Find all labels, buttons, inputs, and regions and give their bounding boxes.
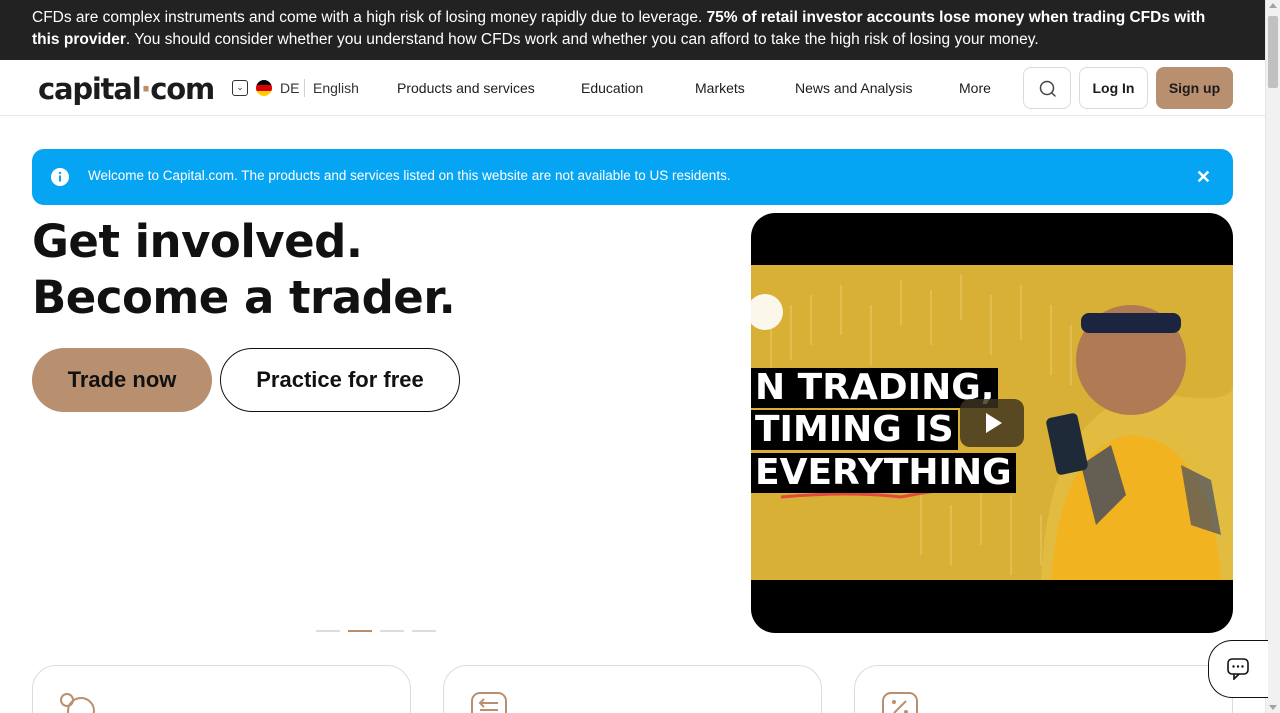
language-selector[interactable]: English (313, 80, 359, 96)
practice-for-free-button[interactable]: Practice for free (220, 348, 460, 412)
nav-products-and-services[interactable]: Products and services (397, 80, 535, 96)
chat-button[interactable] (1208, 640, 1268, 698)
hero-title-line-2: Become a trader. (32, 271, 456, 324)
scrollbar-thumb[interactable] (1268, 16, 1278, 88)
play-icon[interactable] (960, 399, 1024, 447)
video-caption-line-2: TIMING IS (751, 410, 958, 450)
promo-video[interactable]: N TRADING, TIMING IS EVERYTHING (751, 213, 1233, 633)
search-button[interactable] (1023, 67, 1071, 109)
nav-news-and-analysis[interactable]: News and Analysis (795, 80, 913, 96)
carousel-dot[interactable] (412, 630, 436, 632)
sign-up-button[interactable]: Sign up (1156, 67, 1233, 109)
feature-card-3[interactable] (854, 665, 1233, 713)
country-code[interactable]: DE (280, 80, 299, 96)
carousel-dot[interactable] (316, 630, 340, 632)
chat-icon (1227, 658, 1249, 680)
search-icon (1039, 80, 1056, 97)
close-icon[interactable]: ✕ (1196, 167, 1211, 187)
risk-warning-banner: CFDs are complex instruments and come wi… (0, 0, 1265, 60)
capital-logo[interactable]: capital·com (38, 72, 215, 106)
risk-text-1: CFDs are complex instruments and come wi… (32, 9, 707, 26)
video-caption-line-3: EVERYTHING (751, 453, 1016, 493)
nav-more[interactable]: More (959, 80, 991, 96)
us-residents-notice: Welcome to Capital.com. The products and… (32, 149, 1233, 205)
scroll-down-arrow-icon[interactable] (1269, 705, 1277, 710)
notice-text: Welcome to Capital.com. The products and… (88, 168, 731, 183)
carousel-dot[interactable] (380, 630, 404, 632)
hero-title-line-1: Get involved. (32, 215, 363, 268)
page-scrollbar[interactable] (1265, 0, 1280, 713)
coins-icon (60, 693, 95, 713)
info-icon (51, 168, 69, 186)
germany-flag-icon[interactable] (256, 80, 272, 96)
log-in-button[interactable]: Log In (1079, 67, 1148, 109)
percent-icon (882, 692, 918, 713)
carousel-dot[interactable] (348, 630, 372, 632)
nav-markets[interactable]: Markets (695, 80, 745, 96)
language-divider (304, 79, 305, 97)
risk-text-2: . You should consider whether you unders… (125, 31, 1039, 48)
feature-card-1[interactable] (32, 665, 411, 713)
transfer-icon (471, 692, 507, 713)
hero-title: Get involved. Become a trader. (32, 214, 456, 326)
feature-card-2[interactable] (443, 665, 822, 713)
trade-now-button[interactable]: Trade now (32, 348, 212, 412)
scroll-up-arrow-icon[interactable] (1269, 3, 1277, 8)
nav-education[interactable]: Education (581, 80, 643, 96)
site-header: capital·com ⌄ DE English Products and se… (0, 60, 1265, 116)
chevron-down-icon[interactable]: ⌄ (232, 80, 248, 96)
